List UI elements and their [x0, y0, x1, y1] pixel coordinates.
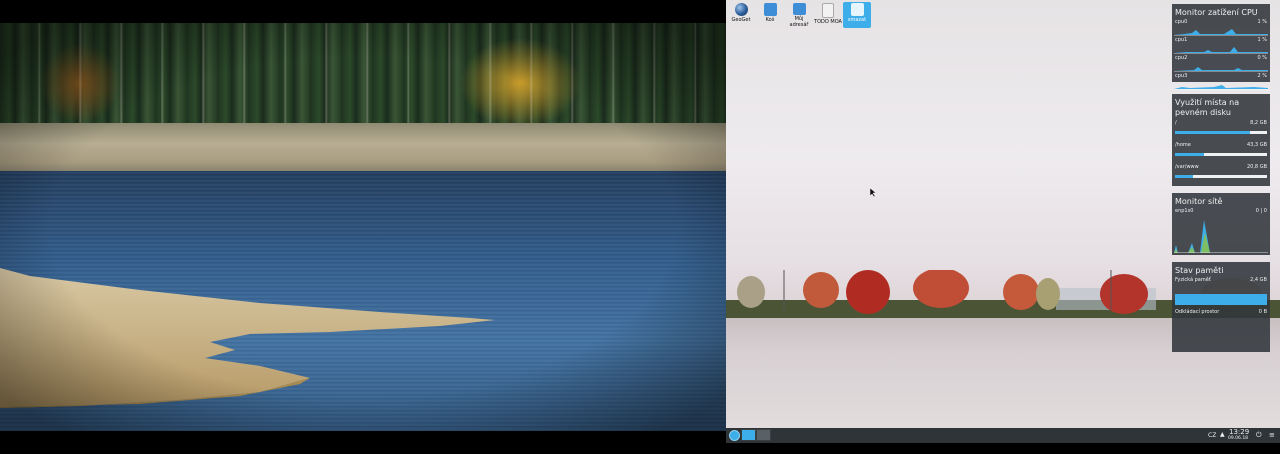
pager-desktop-2[interactable] [756, 429, 771, 441]
physical-memory-value: 2,4 GB [1250, 277, 1267, 283]
cpu-value: 0 % [1257, 55, 1267, 61]
disk-usage-fill [1175, 153, 1205, 156]
cpu-row: cpu3 2 % [1174, 72, 1268, 90]
widget-title: Monitor sítě [1175, 197, 1223, 206]
disk-row: / 8,2 GB [1174, 118, 1268, 140]
disk-usage-widget[interactable]: Využití místa na pevném disku / 8,2 GB /… [1172, 94, 1270, 186]
desktop-icon-todo[interactable]: TODO MOA [814, 2, 842, 28]
physical-memory-fill [1175, 294, 1267, 305]
home-folder-icon [792, 3, 806, 15]
swap-row: Odkládací prostor 0 B [1174, 306, 1268, 320]
folder-icon [850, 3, 864, 16]
cpu-row: cpu0 1 % [1174, 18, 1268, 36]
physical-memory-label: Fyzická paměť [1175, 277, 1211, 283]
screen-bottom-edge [726, 443, 1280, 454]
keyboard-layout-indicator[interactable]: CZ [1208, 432, 1216, 439]
disk-usage-bar [1175, 131, 1267, 134]
power-icon[interactable]: ⏻ [1256, 431, 1262, 440]
memory-status-widget[interactable]: Stav paměti Fyzická paměť 2,4 GB Odkláda… [1172, 262, 1270, 352]
swap-label: Odkládací prostor [1175, 309, 1220, 315]
desktop-icon-trash[interactable]: Koš [756, 2, 784, 28]
clock-time[interactable]: 13:29 [1229, 428, 1249, 436]
application-launcher-icon[interactable] [729, 430, 740, 441]
network-row: enp1s0 0 | 0 [1174, 207, 1268, 253]
desktop-icon-label: smazat [847, 17, 867, 23]
pager-desktop-1[interactable] [741, 429, 756, 441]
network-monitor-widget[interactable]: Monitor sítě enp1s0 0 | 0 [1172, 193, 1270, 255]
mount-name: /var/www [1175, 164, 1199, 170]
mount-name: /home [1175, 142, 1191, 148]
disk-usage-bar [1175, 153, 1267, 156]
text-document-icon [822, 3, 834, 18]
panel-menu-icon[interactable]: ≡ [1269, 431, 1275, 439]
taskbar-panel: CZ ▲ 13:29 09.06.18 ⏻ ≡ [726, 428, 1280, 443]
cpu-name: cpu3 [1175, 73, 1188, 79]
swap-value: 0 B [1258, 309, 1267, 315]
virtual-desktop-pager[interactable] [741, 429, 771, 441]
cpu-name: cpu1 [1175, 37, 1188, 43]
mount-name: / [1175, 120, 1177, 126]
desktop-icon-label: GeoGet [731, 17, 751, 23]
right-monitor-desktop: GeoGet Koš Můj adresář TODO MOA smazat M… [726, 0, 1280, 454]
physical-memory-bar [1175, 294, 1267, 305]
cpu-name: cpu0 [1175, 19, 1188, 25]
photo-vignette [0, 23, 726, 431]
tray-expand-arrow-icon[interactable]: ▲ [1220, 431, 1225, 438]
clock-date[interactable]: 09.06.18 [1228, 436, 1248, 441]
cpu-row: cpu2 0 % [1174, 54, 1268, 72]
cpu-graph [1174, 29, 1268, 35]
cpu-value: 2 % [1257, 73, 1267, 79]
desktop-icon-home[interactable]: Můj adresář [785, 2, 813, 28]
lake-wallpaper [0, 23, 726, 431]
cpu-load-widget[interactable]: Monitor zatížení CPU cpu0 1 % cpu1 1 % c… [1172, 4, 1270, 90]
desktop-icon-smazat[interactable]: smazat [843, 2, 871, 28]
mount-value: 43,3 GB [1246, 142, 1267, 148]
disk-usage-fill [1175, 131, 1251, 134]
disk-usage-fill [1175, 175, 1194, 178]
cpu-graph [1174, 47, 1268, 53]
widget-title: Využití místa na pevném disku [1175, 98, 1240, 117]
disk-row: /home 43,3 GB [1174, 140, 1268, 162]
network-value: 0 | 0 [1255, 208, 1267, 214]
left-monitor [0, 0, 726, 454]
cpu-value: 1 % [1257, 19, 1267, 25]
desktop-icon-geoget[interactable]: GeoGet [727, 2, 755, 28]
physical-memory-row: Fyzická paměť 2,4 GB [1174, 276, 1268, 306]
widget-title: Monitor zatížení CPU [1175, 8, 1258, 17]
disk-usage-bar [1175, 175, 1267, 178]
disk-row: /var/www 20,8 GB [1174, 162, 1268, 184]
mouse-cursor-icon [870, 188, 877, 198]
interface-name: enp1s0 [1175, 208, 1194, 214]
trash-folder-icon [763, 3, 777, 16]
cpu-graph [1174, 85, 1268, 89]
desktop-icon-label: Koš [765, 17, 775, 23]
widget-title: Stav paměti [1175, 266, 1224, 275]
network-graph [1174, 220, 1268, 253]
globe-icon [734, 3, 748, 16]
desktop-icon-label: Můj adresář [789, 16, 809, 28]
desktop-icon-label: TODO MOA [814, 19, 842, 25]
cpu-name: cpu2 [1175, 55, 1188, 61]
cpu-graph [1174, 67, 1268, 71]
mount-value: 20,8 GB [1246, 164, 1267, 170]
mount-value: 8,2 GB [1250, 120, 1267, 126]
cpu-value: 1 % [1257, 37, 1267, 43]
cpu-row: cpu1 1 % [1174, 36, 1268, 54]
